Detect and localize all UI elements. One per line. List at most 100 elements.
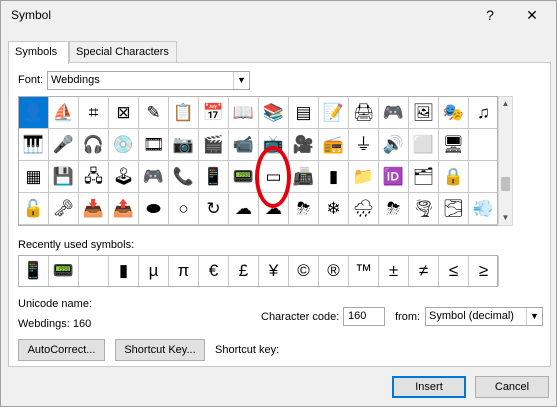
shortcut-key-button[interactable]: Shortcut Key... [115,339,205,361]
recent-symbol-cell[interactable]: 📱 [19,256,49,286]
scroll-thumb[interactable] [501,177,510,191]
from-select[interactable]: Symbol (decimal) ▼ [425,307,543,326]
symbol-cell[interactable]: 👤 [19,97,49,129]
symbol-cell[interactable]: 🖧 [79,161,109,193]
symbol-grid: 👤 ⛵ ⌗ ⊠ ✎ 📋 📅 📖 📚 ▤ 📝 🖨 🎮 🖼 🎭 ♫ 🎹 🎤 🎧 💿 🎞 📷 🎬 📹 📺 🎥 📻 ⏚ 🔊 ⬜ 🖥 ▦ 💾 🖧 🕹 🎮 📞 📱 📟 ▭… [18,96,499,226]
symbol-cell[interactable]: 📹 [229,129,259,161]
symbol-cell[interactable]: 🔊 [379,129,409,161]
insert-button[interactable]: Insert [392,376,466,398]
symbol-cell[interactable]: ▭ [259,161,289,193]
symbol-cell[interactable]: ❄ [319,193,349,225]
symbol-cell[interactable]: 🕹 [109,161,139,193]
symbol-cell[interactable]: 🎧 [79,129,109,161]
font-select[interactable]: Webdings ▼ [47,71,250,90]
recent-symbol-cell[interactable]: £ [229,256,259,286]
symbol-cell[interactable]: 🌪 [409,193,439,225]
recent-symbol-cell[interactable]: ± [379,256,409,286]
from-select-value: Symbol (decimal) [429,310,514,322]
symbol-cell[interactable]: ↻ [199,193,229,225]
symbol-cell[interactable]: 💨 [469,193,499,225]
recent-symbol-cell[interactable]: ¥ [259,256,289,286]
symbol-cell[interactable]: 🌧 [349,193,379,225]
symbol-cell[interactable]: 🌫 [439,193,469,225]
symbol-cell[interactable]: ⬬ [139,193,169,225]
recent-symbol-cell[interactable]: © [289,256,319,286]
symbol-cell[interactable]: 📟 [229,161,259,193]
recent-symbol-cell[interactable]: ▮ [109,256,139,286]
symbol-cell[interactable]: 🎮 [379,97,409,129]
symbol-cell[interactable] [469,161,499,193]
symbol-cell[interactable]: ⛈ [379,193,409,225]
symbol-cell[interactable]: ⬜ [409,129,439,161]
symbol-cell[interactable]: 📚 [259,97,289,129]
recent-symbol-cell[interactable]: € [199,256,229,286]
symbol-cell[interactable]: ✎ [139,97,169,129]
symbol-cell[interactable]: 🎹 [19,129,49,161]
symbol-cell[interactable]: 🔓 [19,193,49,225]
recent-symbol-cell[interactable]: 📟 [49,256,79,286]
symbol-cell[interactable]: ▤ [289,97,319,129]
character-code-input[interactable]: 160 [343,307,385,326]
recent-symbol-cell[interactable]: ≥ [469,256,499,286]
dialog-title: Symbol [11,8,52,22]
symbol-cell[interactable]: ☁ [229,193,259,225]
symbol-cell[interactable]: ⛵ [49,97,79,129]
symbol-cell[interactable]: 💾 [49,161,79,193]
recent-symbol-cell[interactable]: π [169,256,199,286]
symbol-cell[interactable]: ▦ [19,161,49,193]
tab-special-characters[interactable]: Special Characters [69,41,177,63]
recent-symbol-cell[interactable]: ™ [349,256,379,286]
symbol-grid-scrollbar[interactable]: ▲ ▼ [498,96,513,226]
tab-symbols[interactable]: Symbols [8,41,69,64]
symbol-cell[interactable]: ☁ [259,193,289,225]
symbol-cell[interactable]: ♫ [469,97,499,129]
symbol-cell[interactable]: 📥 [79,193,109,225]
scroll-down-icon[interactable]: ▼ [499,211,512,225]
scroll-up-icon[interactable]: ▲ [499,97,512,111]
symbol-cell[interactable]: 📅 [199,97,229,129]
cancel-button[interactable]: Cancel [475,376,549,398]
symbol-cell[interactable]: 🆔 [379,161,409,193]
recent-symbol-cell[interactable]: ≠ [409,256,439,286]
symbol-cell[interactable]: 💿 [109,129,139,161]
symbol-cell[interactable]: 🖥 [439,129,469,161]
recent-symbol-cell[interactable] [79,256,109,286]
symbol-cell[interactable]: 📁 [349,161,379,193]
symbol-cell[interactable]: 📖 [229,97,259,129]
recent-symbol-cell[interactable]: ® [319,256,349,286]
symbol-cell[interactable]: ⏚ [349,129,379,161]
recent-symbol-cell[interactable]: ≤ [439,256,469,286]
symbol-cell[interactable]: 📋 [169,97,199,129]
symbol-cell[interactable]: ○ [169,193,199,225]
symbol-cell[interactable]: 🗝 [49,193,79,225]
symbol-cell[interactable]: 🗂 [409,161,439,193]
recent-symbol-cell[interactable]: µ [139,256,169,286]
symbol-cell[interactable]: ⌗ [79,97,109,129]
symbol-cell[interactable]: 📺 [259,129,289,161]
symbol-cell[interactable]: 📝 [319,97,349,129]
symbol-cell[interactable]: 🔒 [439,161,469,193]
symbol-cell[interactable]: ▮ [319,161,349,193]
symbol-cell[interactable] [469,129,499,161]
symbol-cell[interactable]: 🎭 [439,97,469,129]
autocorrect-button[interactable]: AutoCorrect... [18,339,105,361]
symbol-cell[interactable]: 📻 [319,129,349,161]
symbol-cell[interactable]: 🖨 [349,97,379,129]
chevron-down-icon: ▼ [233,72,249,89]
symbol-cell[interactable]: ⛈ [289,193,319,225]
symbol-cell[interactable]: 🎥 [289,129,319,161]
symbol-cell[interactable]: 📤 [109,193,139,225]
symbol-cell[interactable]: 🎞 [139,129,169,161]
symbol-cell[interactable]: 📱 [199,161,229,193]
symbol-cell[interactable]: 🎬 [199,129,229,161]
symbol-cell[interactable]: 📞 [169,161,199,193]
symbol-cell[interactable]: 📠 [289,161,319,193]
symbol-cell[interactable]: 🎤 [49,129,79,161]
close-button[interactable]: ✕ [522,5,542,25]
symbol-cell[interactable]: 🖼 [409,97,439,129]
symbol-cell[interactable]: 🎮 [139,161,169,193]
help-button[interactable]: ? [480,5,500,25]
symbol-cell[interactable]: ⊠ [109,97,139,129]
tab-special-label: Special Characters [76,46,169,58]
symbol-cell[interactable]: 📷 [169,129,199,161]
